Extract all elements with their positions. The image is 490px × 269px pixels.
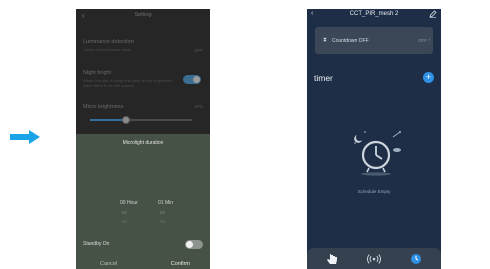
luminance-title: Luminance detection [83, 39, 134, 45]
luminance-value: OFF [194, 48, 203, 53]
add-timer-button[interactable]: + [423, 72, 434, 83]
device-title: CCT_PIR_mesh 2 [349, 11, 399, 17]
picker-min-next2[interactable]: 03 [160, 219, 165, 224]
countdown-card[interactable]: ⧗ Countdown OFF OFF › [315, 27, 433, 54]
standby-label: Standby On [83, 241, 110, 247]
luminance-subtitle: Check the luminance value [83, 47, 132, 52]
standby-toggle[interactable] [185, 240, 203, 249]
empty-state-text: Schedule Empty [357, 189, 391, 194]
empty-schedule-clock-icon [354, 131, 401, 176]
night-bright-row: Night bright When it is dim, it keeps th… [83, 70, 203, 88]
bottom-tab-bar [307, 248, 441, 269]
cancel-button[interactable]: Cancel [100, 261, 117, 267]
micro-brightness-slider[interactable] [90, 116, 192, 124]
picker-hour-next2[interactable]: 02 [122, 219, 127, 224]
night-bright-toggle[interactable] [183, 75, 201, 84]
slider-fill [90, 119, 126, 121]
night-bright-subtitle: When it is dim, it keeps the lamp at low… [83, 78, 172, 88]
slider-thumb[interactable] [121, 116, 130, 124]
picker-min-next[interactable]: 02 [160, 210, 165, 215]
picker-min-selected[interactable]: 01 Min [158, 200, 173, 206]
page-title: Setting [134, 12, 152, 18]
settings-header: ‹ Setting [76, 9, 210, 23]
broadcast-icon[interactable] [367, 253, 381, 265]
hourglass-icon: ⧗ [323, 37, 327, 43]
section-title: timer [314, 73, 333, 83]
timer-screen: ‹ CCT_PIR_mesh 2 ⧗ Countdown OFF OFF › t… [307, 9, 441, 269]
confirm-button[interactable]: Confirm [171, 261, 190, 267]
chevron-right-icon: › [428, 37, 430, 43]
picker-hour-next[interactable]: 01 [122, 210, 127, 215]
sheet-title: Microlight duration [122, 140, 164, 146]
luminance-detection-row[interactable]: Luminance detection Check the luminance … [83, 39, 203, 53]
edit-icon[interactable] [429, 10, 437, 18]
microlight-duration-sheet: Microlight duration 00 Hour 01 Min 01 02… [76, 134, 210, 269]
hand-pointer-icon[interactable] [325, 253, 339, 265]
micro-brightness-row: Micro brightness 10% [83, 104, 203, 110]
clock-icon[interactable] [409, 253, 423, 265]
countdown-label: Countdown OFF [332, 38, 369, 44]
settings-screen: ‹ Setting Luminance detection Check the … [76, 9, 210, 269]
micro-brightness-title: Micro brightness [83, 104, 124, 110]
picker-hour-selected[interactable]: 00 Hour [120, 200, 138, 206]
micro-brightness-value: 10% [193, 104, 203, 109]
countdown-value: OFF [418, 38, 427, 43]
arrow-right-icon [10, 130, 40, 144]
